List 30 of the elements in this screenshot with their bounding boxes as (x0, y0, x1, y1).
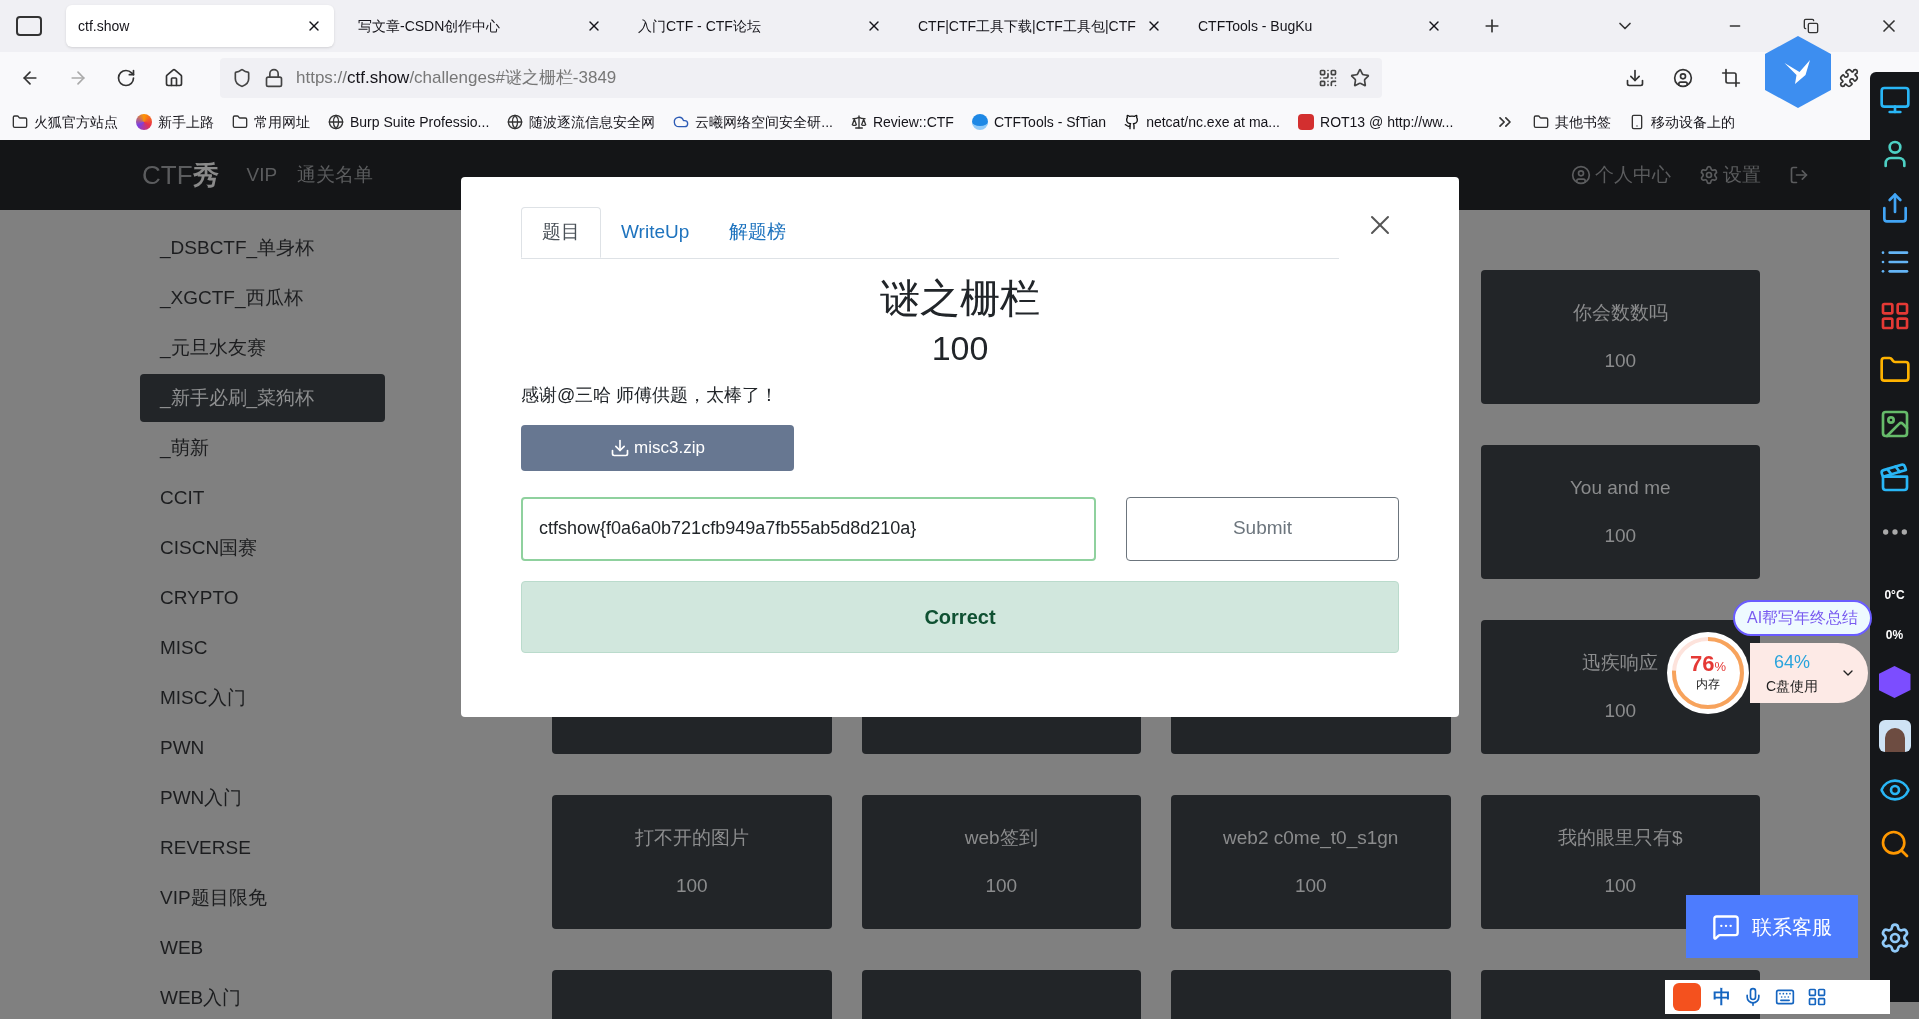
tab-title: 入门CTF - CTF论坛 (638, 16, 762, 36)
challenge-score: 100 (1604, 874, 1637, 898)
challenge-score: 100 (931, 328, 989, 369)
usage-reading: 0% (1885, 627, 1904, 644)
tab-title: CTF|CTF工具下载|CTF工具包|CTF (918, 16, 1137, 36)
challenge-title: 打不开的图片 (634, 825, 749, 850)
challenge-description: 感谢@三哈 师傅供题，太棒了！ (521, 383, 780, 407)
challenge-title: You and me (1569, 475, 1671, 500)
challenge-title: 迅疾响应 (1582, 650, 1659, 675)
tab-title: CTFTools - BugKu (1198, 16, 1314, 36)
challenge-score: 100 (985, 874, 1018, 898)
challenge-score: 100 (1294, 874, 1327, 898)
challenge-score: 100 (675, 874, 708, 898)
memory-value: 76% (1689, 653, 1726, 675)
memory-label: 内存 (1696, 676, 1720, 693)
tab-title: 写文章-CSDN创作中心 (358, 16, 502, 36)
url-text: https://ctf.show/challenges#谜之栅栏-3849 (296, 67, 618, 90)
challenge-title: web2 c0me_t0_s1gn (1223, 825, 1399, 851)
challenge-title: 你会数数吗 (1572, 300, 1668, 325)
result-alert: Correct (521, 580, 1399, 653)
disk-usage-label: C盘使用 (1766, 677, 1819, 696)
tab-title: ctf.show (78, 16, 131, 36)
challenge-title: 谜之栅栏 (880, 275, 1040, 322)
challenge-score: 100 (1604, 699, 1637, 723)
challenge-title: web签到 (964, 825, 1038, 850)
temperature-reading: 0°C (1884, 587, 1905, 604)
challenge-score: 100 (1604, 349, 1637, 373)
challenge-score: 100 (1604, 524, 1637, 548)
disk-usage-value: 64% (1774, 651, 1811, 674)
challenge-title: 我的眼里只有$ (1557, 825, 1683, 850)
